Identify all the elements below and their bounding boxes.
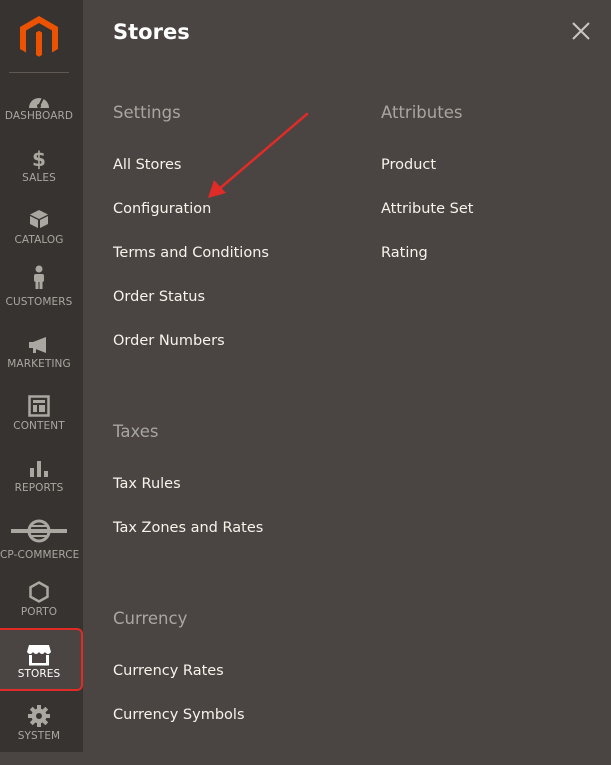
link-currency-symbols[interactable]: Currency Symbols [113,707,245,723]
globe-icon [0,518,78,544]
cube-icon [0,206,78,232]
layout-icon [0,393,78,419]
section-title-attributes: Attributes [381,103,463,122]
sidebar-divider [9,72,69,73]
sidebar-item-label: CATALOG [14,234,64,246]
panel-title: Stores [113,20,190,44]
link-tax-zones-and-rates[interactable]: Tax Zones and Rates [113,520,263,536]
bar-chart-icon [0,455,78,481]
sidebar-item-catalog[interactable]: CATALOG [0,206,78,268]
sidebar-item-label: SYSTEM [17,730,61,742]
sidebar-item-label: CP-COMMERCE [0,549,80,561]
sidebar-item-label: DASHBOARD [4,110,74,122]
hexagon-icon [0,579,78,605]
sidebar-item-customers[interactable]: CUSTOMERS [0,264,78,326]
sidebar-item-label: STORES [17,668,61,680]
link-tax-rules[interactable]: Tax Rules [113,476,181,492]
section-title-currency: Currency [113,609,188,628]
link-attribute-set[interactable]: Attribute Set [381,201,473,217]
store-icon [0,642,78,668]
link-product[interactable]: Product [381,157,436,173]
link-order-numbers[interactable]: Order Numbers [113,333,225,349]
sidebar-item-label: CONTENT [13,420,65,432]
gear-icon [0,703,78,729]
dollar-icon: $ [32,147,46,171]
sidebar-item-stores[interactable]: STORES [0,642,78,704]
megaphone-icon [0,332,78,358]
link-order-status[interactable]: Order Status [113,289,205,305]
sidebar-item-dashboard[interactable]: DASHBOARD [0,88,78,150]
magento-logo[interactable] [20,16,58,60]
sidebar-item-label: PORTO [20,606,58,618]
link-terms-and-conditions[interactable]: Terms and Conditions [113,245,269,261]
link-all-stores[interactable]: All Stores [113,157,181,173]
sidebar-item-label: SALES [22,172,56,184]
sidebar-item-cp-commerce[interactable]: CP-COMMERCE [0,518,80,580]
annotation-arrow [208,112,309,198]
sidebar-item-reports[interactable]: REPORTS [0,455,78,517]
link-rating[interactable]: Rating [381,245,428,261]
section-title-settings: Settings [113,103,181,122]
link-currency-rates[interactable]: Currency Rates [113,663,224,679]
sidebar-item-content[interactable]: CONTENT [0,393,78,455]
admin-sidebar: DASHBOARD $ SALES CATALOG CUSTOMERS MARK… [0,0,83,752]
sidebar-item-label: MARKETING [7,358,71,370]
sidebar-item-label: REPORTS [14,482,64,494]
sidebar-item-label: CUSTOMERS [5,296,73,308]
link-configuration[interactable]: Configuration [113,201,211,217]
section-title-taxes: Taxes [113,422,159,441]
sidebar-item-sales[interactable]: $ SALES [0,146,78,208]
close-icon[interactable] [568,18,594,44]
sidebar-item-marketing[interactable]: MARKETING [0,332,78,394]
person-icon [0,264,78,290]
sidebar-item-system[interactable]: SYSTEM [0,703,78,765]
